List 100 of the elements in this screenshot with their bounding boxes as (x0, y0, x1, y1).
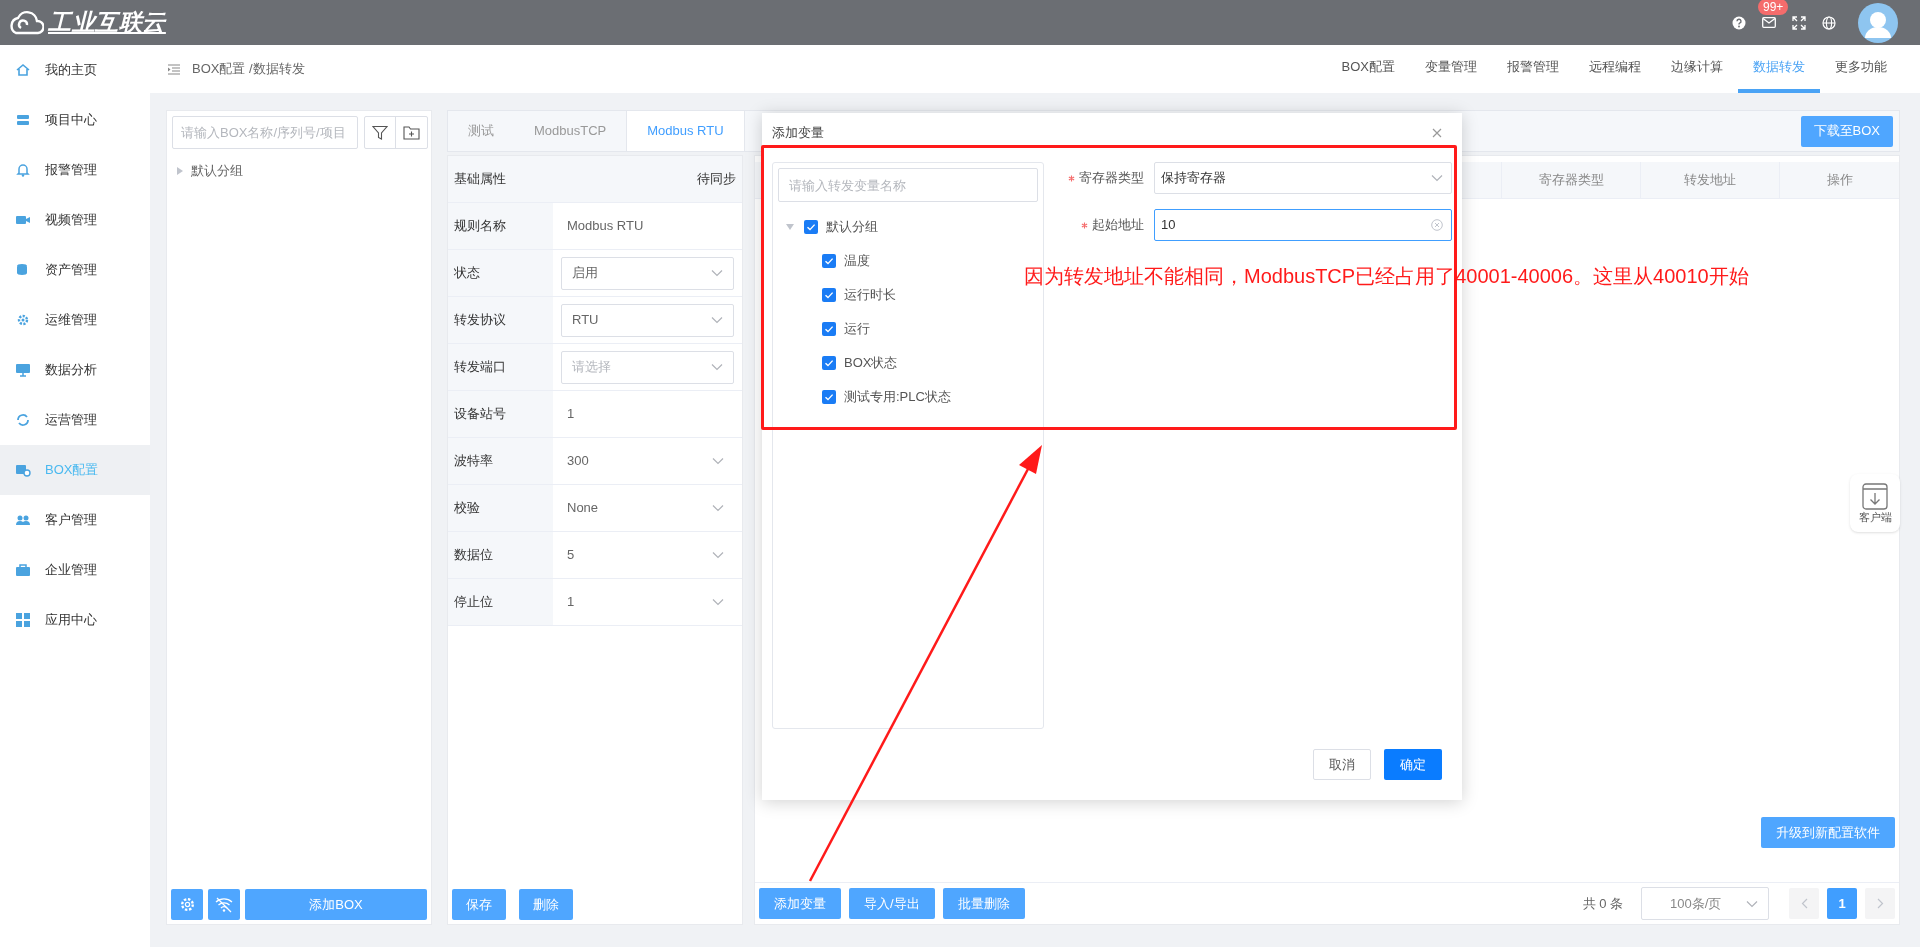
input-field[interactable]: 10 (1154, 209, 1452, 241)
caret-icon[interactable] (177, 167, 183, 175)
client-download-widget[interactable]: 客户端 (1850, 474, 1900, 532)
column-header: 寄存器类型 (1501, 162, 1640, 198)
sidebar-item[interactable]: 运营管理 (0, 395, 150, 445)
nav-tab[interactable]: 远程编程 (1574, 45, 1656, 93)
field-label: 转发协议 (454, 311, 506, 330)
app-logo-text: 工业互联云 (48, 8, 166, 38)
nav-tab[interactable]: BOX配置 (1326, 45, 1410, 93)
breadcrumb: BOX配置 /数据转发 (192, 60, 305, 79)
tree-item[interactable]: 默认分组 (826, 217, 878, 237)
caret-icon[interactable] (786, 224, 794, 230)
sidebar-item[interactable]: 视频管理 (0, 195, 150, 245)
help-icon[interactable] (1732, 15, 1746, 30)
chevron-down-icon (712, 551, 724, 559)
sidebar-item[interactable]: 客户管理 (0, 495, 150, 545)
chevron-down-icon (712, 457, 724, 465)
chevron-down-icon (711, 269, 723, 277)
select-field[interactable]: RTU (561, 303, 734, 337)
chevron-down-icon (712, 504, 724, 512)
menu-icon[interactable] (168, 63, 180, 75)
sidebar-item[interactable]: 应用中心 (0, 595, 150, 645)
select-field[interactable]: 保持寄存器 (1154, 162, 1452, 194)
column-header: 操作 (1779, 162, 1899, 198)
sidebar-item[interactable]: 我的主页 (0, 45, 150, 95)
gear-icon (15, 312, 31, 328)
clear-icon[interactable] (1431, 219, 1443, 231)
checkbox[interactable] (822, 356, 836, 370)
sidebar-item[interactable]: 企业管理 (0, 545, 150, 595)
checkbox[interactable] (804, 220, 818, 234)
tree-item[interactable]: 测试专用:PLC状态 (844, 387, 951, 407)
cloud-logo-icon (8, 8, 44, 37)
annotation-text: 因为转发地址不能相同，ModbusTCP已经占用了40001-40006。这里从40010开始 (1024, 264, 1749, 289)
confirm-button[interactable]: 确定 (1384, 749, 1442, 780)
dropdown-field[interactable]: None (561, 491, 734, 525)
column-header: 转发地址 (1640, 162, 1779, 198)
field-value: Modbus RTU (566, 217, 644, 236)
monitor-icon (15, 362, 31, 378)
briefcase-icon (15, 562, 31, 578)
settings-button[interactable] (171, 889, 203, 920)
tree-item[interactable]: 温度 (844, 251, 870, 271)
section-title: 基础属性 (454, 170, 506, 189)
field-label: 设备站号 (454, 405, 506, 424)
settings-icon (178, 896, 196, 913)
field-label: 数据位 (454, 546, 493, 565)
chevron-down-icon (712, 598, 724, 606)
search-field[interactable]: 请输入BOX名称/序列号/项目 (172, 116, 358, 149)
chevron-down-icon (711, 316, 723, 324)
sidebar-item[interactable]: 资产管理 (0, 245, 150, 295)
tree-item[interactable]: 运行 (844, 319, 870, 339)
close-button[interactable] (1432, 128, 1442, 138)
search-field[interactable]: 请输入转发变量名称 (778, 168, 1038, 202)
folder-plus-icon (403, 125, 420, 140)
checkbox[interactable] (822, 254, 836, 268)
tree-item[interactable]: BOX状态 (844, 353, 898, 373)
cancel-button[interactable]: 取消 (1313, 749, 1371, 780)
field-value: 1 (566, 405, 575, 424)
field-label: 状态 (454, 264, 480, 283)
checkbox[interactable] (822, 288, 836, 302)
field-label: 校验 (454, 499, 480, 518)
nav-tab[interactable]: 边缘计算 (1656, 45, 1738, 93)
checkbox[interactable] (822, 390, 836, 404)
sync-status: 待同步 (697, 170, 736, 189)
dropdown-field[interactable]: 1 (561, 585, 734, 619)
field-label: 寄存器类型 (1079, 169, 1144, 188)
window-gear-icon (15, 462, 31, 478)
avatar-icon[interactable] (1858, 2, 1898, 43)
field-label: 规则名称 (454, 217, 506, 236)
fullscreen-icon[interactable] (1792, 15, 1806, 30)
sidebar-item[interactable]: 报警管理 (0, 145, 150, 195)
nav-tab[interactable]: 报警管理 (1492, 45, 1574, 93)
mail-icon[interactable] (1762, 17, 1776, 28)
dropdown-field[interactable]: 300 (561, 444, 734, 478)
sidebar-item[interactable]: 数据分析 (0, 345, 150, 395)
tree-item[interactable]: 默认分组 (191, 161, 243, 181)
field-label: 停止位 (454, 593, 493, 612)
select-field[interactable]: 启用 (561, 256, 734, 290)
wifi-off-icon (215, 896, 233, 913)
field-label: 转发端口 (454, 358, 506, 377)
chevron-down-icon (1431, 174, 1443, 182)
wifi-off-button[interactable] (208, 889, 240, 920)
refresh-icon (15, 412, 31, 428)
nav-tab[interactable]: 变量管理 (1410, 45, 1492, 93)
stack-icon (15, 112, 31, 128)
dropdown-field[interactable]: 5 (561, 538, 734, 572)
page-size-select[interactable]: 100条/页 (1641, 887, 1769, 920)
globe-icon[interactable] (1822, 15, 1836, 30)
sidebar-item[interactable]: 项目中心 (0, 95, 150, 145)
grid-icon (15, 612, 31, 628)
field-label: 波特率 (454, 452, 493, 471)
chevron-right-icon (1876, 898, 1884, 909)
nav-tab[interactable]: 更多功能 (1820, 45, 1902, 93)
dialog-title: 添加变量 (772, 124, 824, 143)
filter-icon (372, 124, 388, 141)
close-icon (1432, 128, 1442, 138)
field-label: 起始地址 (1092, 216, 1144, 235)
sidebar-item[interactable]: 运维管理 (0, 295, 150, 345)
tree-item[interactable]: 运行时长 (844, 285, 896, 305)
bell-icon (15, 162, 31, 178)
checkbox[interactable] (822, 322, 836, 336)
